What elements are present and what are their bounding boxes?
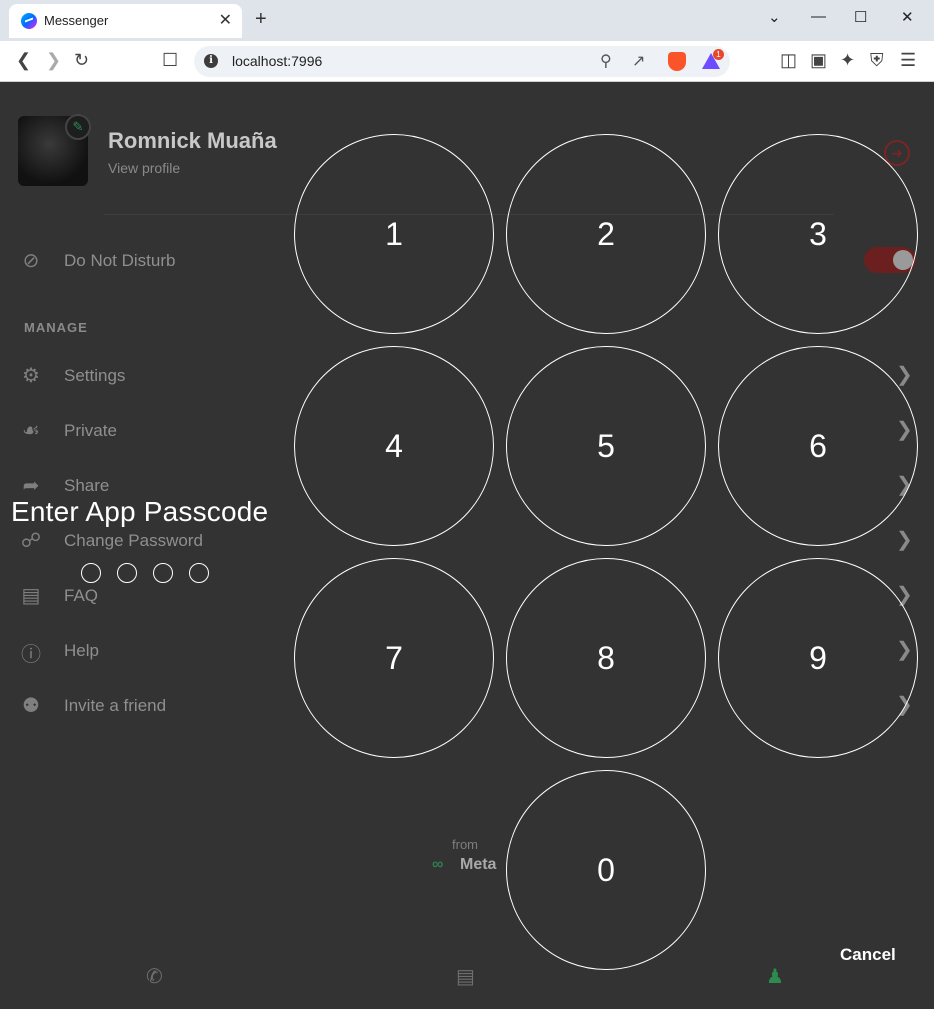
do-not-disturb-label: Do Not Disturb [64,251,176,270]
passcode-dot [153,563,173,583]
menu-icon[interactable]: ☰ [900,50,916,70]
browser-toolbar: ❮ ❯ ↻ ☐ i localhost:7996 ⚲ ↗ 1 ◫ ▣ ✦ ⛨ ☰ [0,41,934,82]
share-page-icon[interactable]: ↗ [632,51,645,71]
passcode-dot [81,563,101,583]
keypad-key-4[interactable]: 4 [294,346,494,546]
chats-icon[interactable]: ▤ [456,964,475,989]
meta-label: Meta [460,856,497,873]
keypad-key-1[interactable]: 1 [294,134,494,334]
menu-item-label: Invite a friend [64,696,167,715]
meta-logo-icon: ∞ [432,856,444,873]
cancel-button[interactable]: Cancel [840,945,896,965]
chevron-right-icon: ❯ [896,529,913,551]
reload-icon[interactable]: ↻ [74,50,89,70]
bookmark-icon[interactable]: ☐ [162,50,178,70]
keypad-key-2[interactable]: 2 [506,134,706,334]
address-url[interactable]: localhost:7996 [232,53,322,69]
keypad-key-3[interactable]: 3 [718,134,918,334]
profile-icon[interactable]: ♟ [766,964,784,989]
menu-item-label: Change Password [64,531,203,550]
passcode-dot [117,563,137,583]
browser-tab[interactable]: Messenger ✕ [9,4,242,38]
brave-shields-icon[interactable] [668,52,686,71]
keypad-key-8[interactable]: 8 [506,558,706,758]
keypad-key-5[interactable]: 5 [506,346,706,546]
address-bar[interactable]: i localhost:7996 ⚲ ↗ 1 [194,46,730,77]
lock-icon: ☍ [20,530,42,552]
site-info-icon[interactable]: i [204,54,218,68]
tab-title: Messenger [44,13,109,28]
edit-avatar-icon[interactable]: ✎ [65,114,91,140]
menu-item-label: Settings [64,366,126,385]
new-tab-button[interactable]: + [255,8,267,31]
back-icon[interactable]: ❮ [16,50,31,70]
menu-item-label: Private [64,421,117,440]
maximize-button[interactable]: ☐ [854,8,867,26]
browser-titlebar: Messenger ✕ + ⌄ — ☐ ✕ [0,0,934,41]
minimize-button[interactable]: — [811,8,826,25]
phone-icon[interactable]: ✆ [146,964,163,989]
menu-item-label: Share [64,476,110,495]
incognito-icon: ☙ [22,420,40,442]
leo-ai-icon[interactable]: ✦ [840,50,855,70]
do-not-disturb-icon: ⊘ [22,250,40,272]
passcode-dot [189,563,209,583]
from-label: from [452,837,478,852]
menu-item-label: Help [64,641,99,660]
tab-list-icon[interactable]: ⌄ [768,8,781,26]
sidebar-icon[interactable]: ◫ [780,50,797,70]
people-icon: ⚉ [22,695,40,717]
keypad-key-0[interactable]: 0 [506,770,706,970]
rewards-badge: 1 [713,49,724,60]
profile-name: Romnick Muaña [108,128,277,153]
view-profile-link[interactable]: View profile [108,160,180,176]
help-icon: ⓘ [21,644,41,666]
forward-icon[interactable]: ❯ [46,50,61,70]
chat-bubbles-icon: ▤ [21,585,41,607]
location-icon[interactable]: ⚲ [600,51,612,71]
keypad-key-6[interactable]: 6 [718,346,918,546]
share-icon: ➦ [22,475,40,497]
menu-item-label: FAQ [64,586,99,605]
messenger-favicon-icon [21,13,37,29]
passcode-title: Enter App Passcode [11,496,269,527]
keypad-key-9[interactable]: 9 [718,558,918,758]
close-window-button[interactable]: ✕ [901,8,914,26]
vpn-icon[interactable]: ⛨ [870,50,884,70]
section-heading-manage: MANAGE [24,320,88,335]
keypad-key-7[interactable]: 7 [294,558,494,758]
chevron-right-icon: ❯ [896,364,913,386]
tab-close-icon[interactable]: ✕ [219,10,232,30]
gear-icon: ⚙ [22,365,40,387]
wallet-icon[interactable]: ▣ [810,50,827,70]
